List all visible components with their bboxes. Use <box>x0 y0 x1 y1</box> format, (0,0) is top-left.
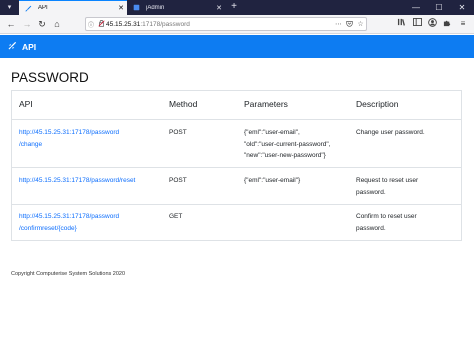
description-cell: Confirm to reset user password. <box>356 213 417 232</box>
table-header: API Method Parameters Description <box>12 91 461 120</box>
method-cell: GET <box>169 213 183 220</box>
tab-jadmin[interactable]: jAdmin ✕ <box>127 0 225 15</box>
table-row: http://45.15.25.31:17178/password/reset … <box>12 168 461 205</box>
api-endpoint-link[interactable]: http://45.15.25.31:17178/password /chang… <box>19 127 119 150</box>
library-icon[interactable] <box>395 18 407 30</box>
api-table: API Method Parameters Description http:/… <box>11 90 462 241</box>
reload-icon[interactable]: ↻ <box>36 18 48 30</box>
api-endpoint-link[interactable]: http://45.15.25.31:17178/password /confi… <box>19 211 119 234</box>
table-row: http://45.15.25.31:17178/password /confi… <box>12 205 461 241</box>
parameters-cell: {"eml":"user-email", "old":"user-current… <box>244 129 331 159</box>
page-favicon-icon <box>133 4 140 11</box>
description-cell: Request to reset user password. <box>356 177 419 196</box>
browser-nav-bar: ← → ↻ ⌂ ⓘ 45.15.25.31 :17178/password ⋯ … <box>0 15 474 34</box>
url-path: :17178/password <box>140 20 190 28</box>
insecure-lock-icon[interactable] <box>96 19 106 29</box>
home-icon[interactable]: ⌂ <box>51 18 63 30</box>
tab-api[interactable]: API ✕ <box>19 0 127 15</box>
page-actions-icon[interactable]: ⋯ <box>333 20 344 28</box>
app-header: API <box>0 35 474 58</box>
rocket-icon <box>8 41 18 52</box>
description-cell: Change user password. <box>356 129 425 136</box>
new-tab-button[interactable]: + <box>228 0 240 15</box>
api-endpoint-link[interactable]: http://45.15.25.31:17178/password/reset <box>19 175 135 187</box>
url-bar[interactable]: ⓘ 45.15.25.31 :17178/password ⋯ ☆ <box>85 17 367 31</box>
browser-tab-bar: ▾ API ✕ jAdmin ✕ + — ☐ ✕ <box>0 0 474 15</box>
tab-label: jAdmin <box>146 4 165 11</box>
parameters-cell: {"eml":"user-email"} <box>244 177 301 184</box>
sidebar-icon[interactable] <box>411 18 423 30</box>
footer-copyright: Copyright Computerise System Solutions 2… <box>11 271 126 277</box>
back-arrow-icon[interactable]: ← <box>5 18 17 30</box>
extensions-icon[interactable] <box>441 18 453 30</box>
column-header-description: Description <box>356 99 399 109</box>
column-header-api: API <box>19 99 33 109</box>
bookmark-star-icon[interactable]: ☆ <box>355 20 366 28</box>
column-header-method: Method <box>169 99 198 109</box>
url-host: 45.15.25.31 <box>106 20 141 28</box>
tab-close-icon[interactable]: ✕ <box>213 4 225 12</box>
close-window-button[interactable]: ✕ <box>451 0 473 15</box>
info-icon[interactable]: ⓘ <box>86 20 96 29</box>
method-cell: POST <box>169 177 187 184</box>
column-header-parameters: Parameters <box>244 99 288 109</box>
table-row: http://45.15.25.31:17178/password /chang… <box>12 120 461 168</box>
rocket-favicon-icon <box>25 5 32 12</box>
method-cell: POST <box>169 129 187 136</box>
brand-link[interactable]: API <box>22 42 36 52</box>
page-title: PASSWORD <box>11 70 89 85</box>
forward-arrow-icon[interactable]: → <box>21 18 33 30</box>
tab-close-icon[interactable]: ✕ <box>115 4 127 12</box>
maximize-button[interactable]: ☐ <box>428 0 450 15</box>
tab-label: API <box>38 5 48 11</box>
tab-list-icon[interactable]: ▾ <box>5 3 14 12</box>
account-icon[interactable] <box>426 18 438 30</box>
menu-hamburger-icon[interactable]: ≡ <box>457 18 469 30</box>
pocket-icon[interactable] <box>344 20 355 29</box>
minimize-button[interactable]: — <box>405 0 427 15</box>
